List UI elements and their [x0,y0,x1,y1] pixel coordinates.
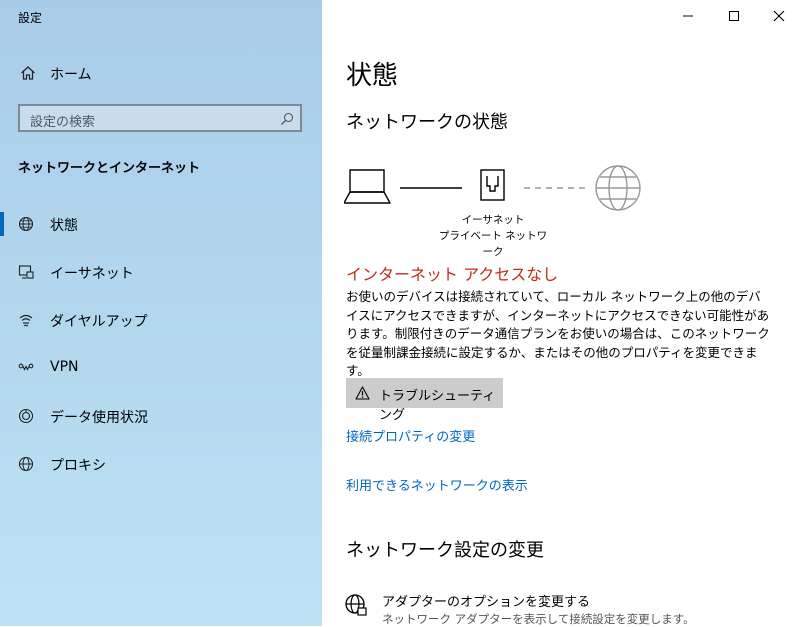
search-placeholder: 設定の検索 [30,115,96,130]
globe-icon [18,216,34,232]
sidebar-item-home[interactable]: ホーム [0,56,322,90]
change-adapter-options[interactable]: アダプターのオプションを変更する ネットワーク アダプターを表示して接続設定を変… [344,589,784,626]
sidebar-item-label: 状態 [50,218,78,234]
warning-icon [355,386,370,400]
laptop-icon [344,169,391,204]
main-panel: 状態 ネットワークの状態 イーサネット プライベート ネットワーク インターネッ… [322,0,797,626]
troubleshoot-button[interactable]: トラブルシューティング [346,378,503,423]
adapter-options-title: アダプターのオプションを変更する [382,595,591,610]
sidebar-item-label: ダイヤルアップ [50,314,148,330]
show-available-networks-link[interactable]: 利用できるネットワークの表示 [346,475,528,494]
adapter-name: イーサネット [461,214,525,226]
sidebar-item-dialup[interactable]: ダイヤルアップ [0,300,322,340]
sidebar-item-data-usage[interactable]: データ使用状況 [0,396,322,436]
connection-status-title: インターネット アクセスなし [346,265,559,284]
sidebar-item-label: プロキシ [50,458,106,474]
change-connection-properties-link[interactable]: 接続プロパティの変更 [346,426,475,445]
sidebar-item-proxy[interactable]: プロキシ [0,444,322,484]
connection-status-description: お使いのデバイスは接続されていて、ローカル ネットワーク上の他のデバイスにアクセ… [346,289,770,378]
search-icon [281,112,294,125]
troubleshoot-label: トラブルシューティング [379,389,496,423]
network-profile: プライベート ネットワーク [438,230,548,258]
adapter-globe-icon [345,594,367,616]
data-usage-icon [18,408,34,424]
sidebar-item-ethernet[interactable]: イーサネット [0,252,322,292]
ethernet-icon [18,265,34,279]
window-title: 設定 [18,11,43,25]
network-status-heading: ネットワークの状態 [346,112,508,133]
internet-globe-icon [595,165,641,211]
page-title: 状態 [346,61,399,91]
adapter-label: イーサネット プライベート ネットワーク [434,212,552,260]
proxy-icon [18,456,34,472]
sidebar-item-status[interactable]: 状態 [0,204,322,244]
dialup-icon [19,314,33,327]
change-network-settings-heading: ネットワーク設定の変更 [346,540,544,561]
ethernet-adapter-icon [480,169,505,201]
sidebar-item-vpn[interactable]: VPN [0,348,322,388]
sidebar-item-label: ホーム [50,67,92,83]
home-icon [21,66,35,80]
sidebar: 設定 ホーム 設定の検索 ネットワークとインターネット 状態 イーサネット ダイ… [0,0,322,626]
search-input[interactable]: 設定の検索 [18,104,302,132]
sidebar-section-title: ネットワークとインターネット [18,161,201,176]
adapter-options-description: ネットワーク アダプターを表示して接続設定を変更します。 [382,612,695,626]
sidebar-item-label: イーサネット [50,266,134,282]
sidebar-item-label: VPN [50,359,79,375]
vpn-icon [18,363,34,371]
sidebar-item-label: データ使用状況 [50,410,148,426]
